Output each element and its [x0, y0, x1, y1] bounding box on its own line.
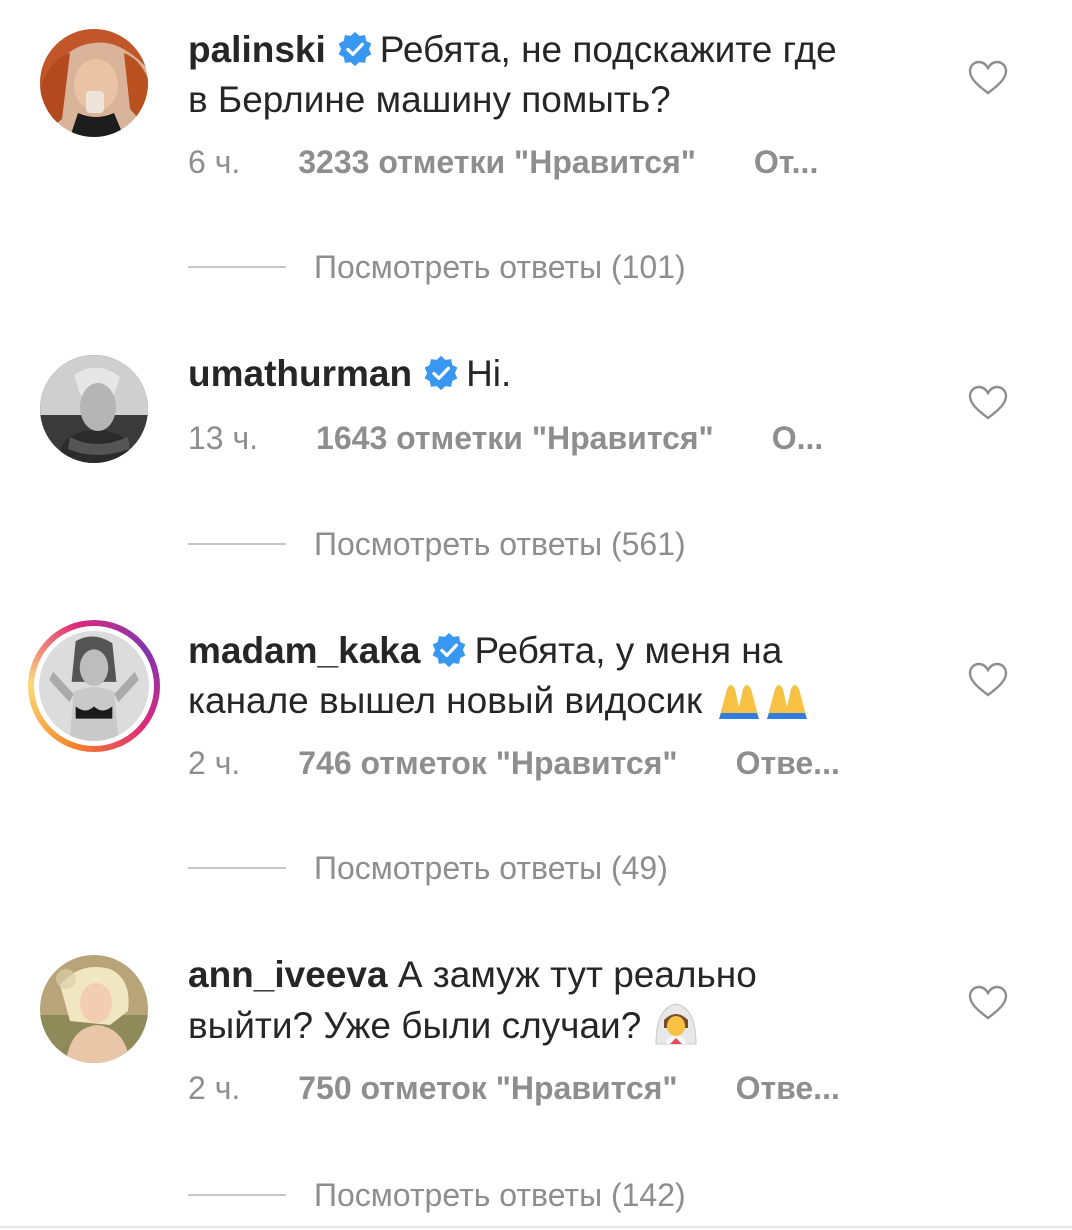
comment-body: palinski Ребята, не подскажите где в Берл…: [188, 25, 928, 125]
comment-time: 2 ч.: [188, 1070, 241, 1106]
bride-emoji: [655, 1003, 697, 1045]
comment-time: 13 ч.: [188, 420, 259, 456]
comment-text: А замуж тут реально: [397, 954, 757, 995]
avatar-image: [39, 631, 149, 741]
heart-icon[interactable]: [968, 662, 1008, 698]
divider-line: [188, 867, 286, 869]
view-replies-label: Посмотреть ответы (142): [314, 1176, 686, 1213]
reply-button[interactable]: От...: [754, 144, 818, 181]
comment-meta: 13 ч. 1643 отметки "Нравится" О...: [188, 420, 823, 457]
verified-badge-icon: [424, 355, 458, 391]
comment-time: 6 ч.: [188, 144, 241, 180]
reply-button[interactable]: Отве...: [736, 1070, 840, 1107]
praying-hands-emoji: [718, 685, 807, 719]
comment-meta: 6 ч. 3233 отметки "Нравится" От...: [188, 144, 818, 181]
avatar-image: [40, 29, 148, 137]
comment-body: ann_iveeva А замуж тут реально выйти? Уж…: [188, 950, 928, 1051]
reply-button[interactable]: Отве...: [736, 745, 840, 782]
view-replies-button[interactable]: Посмотреть ответы (101): [188, 244, 686, 290]
verified-badge-icon: [338, 31, 372, 67]
avatar-story-ring[interactable]: [28, 620, 160, 752]
view-replies-button[interactable]: Посмотреть ответы (142): [188, 1172, 686, 1218]
view-replies-label: Посмотреть ответы (561): [314, 525, 686, 562]
avatar-image: [40, 355, 148, 463]
bottom-divider: [0, 1226, 1072, 1228]
verified-badge-icon: [433, 632, 466, 668]
likes-count[interactable]: 750 отметок "Нравится": [298, 1070, 677, 1107]
divider-line: [188, 543, 286, 545]
avatar: [39, 631, 149, 741]
username[interactable]: ann_iveeva: [188, 954, 388, 995]
view-replies-button[interactable]: Посмотреть ответы (561): [188, 521, 686, 567]
comment-text: Hi.: [466, 353, 512, 394]
comment-text-line2: канале вышел новый видосик: [188, 680, 703, 721]
comment-time: 2 ч.: [188, 745, 241, 781]
comment-text: Ребята, не подскажите где: [379, 29, 837, 70]
avatar-image: [40, 955, 148, 1063]
comment-meta: 2 ч. 750 отметок "Нравится" Отве...: [188, 1070, 840, 1107]
likes-count[interactable]: 3233 отметки "Нравится": [298, 144, 696, 181]
comment-text: Ребята, у меня на: [474, 630, 783, 671]
likes-count[interactable]: 1643 отметки "Нравится": [316, 420, 714, 457]
heart-icon[interactable]: [968, 385, 1008, 421]
reply-button[interactable]: О...: [772, 420, 824, 457]
heart-icon[interactable]: [968, 985, 1008, 1021]
comment-meta: 2 ч. 746 отметок "Нравится" Отве...: [188, 745, 840, 782]
view-replies-button[interactable]: Посмотреть ответы (49): [188, 845, 668, 891]
avatar[interactable]: [40, 355, 148, 463]
view-replies-label: Посмотреть ответы (49): [314, 849, 668, 886]
comment-text-line2: выйти? Уже были случаи?: [188, 1005, 642, 1046]
comment-text-line2: в Берлине машину помыть?: [188, 79, 671, 120]
heart-icon[interactable]: [968, 60, 1008, 96]
divider-line: [188, 1194, 286, 1196]
username[interactable]: madam_kaka: [188, 630, 420, 671]
username[interactable]: umathurman: [188, 353, 412, 394]
avatar[interactable]: [40, 29, 148, 137]
username[interactable]: palinski: [188, 29, 326, 70]
comment-body: madam_kaka Ребята, у меня на канале вышел…: [188, 626, 928, 726]
divider-line: [188, 266, 286, 268]
view-replies-label: Посмотреть ответы (101): [314, 248, 686, 285]
avatar-ring-gap: [34, 626, 154, 746]
avatar[interactable]: [40, 955, 148, 1063]
likes-count[interactable]: 746 отметок "Нравится": [298, 745, 677, 782]
comment-body: umathurman Hi.: [188, 349, 928, 399]
